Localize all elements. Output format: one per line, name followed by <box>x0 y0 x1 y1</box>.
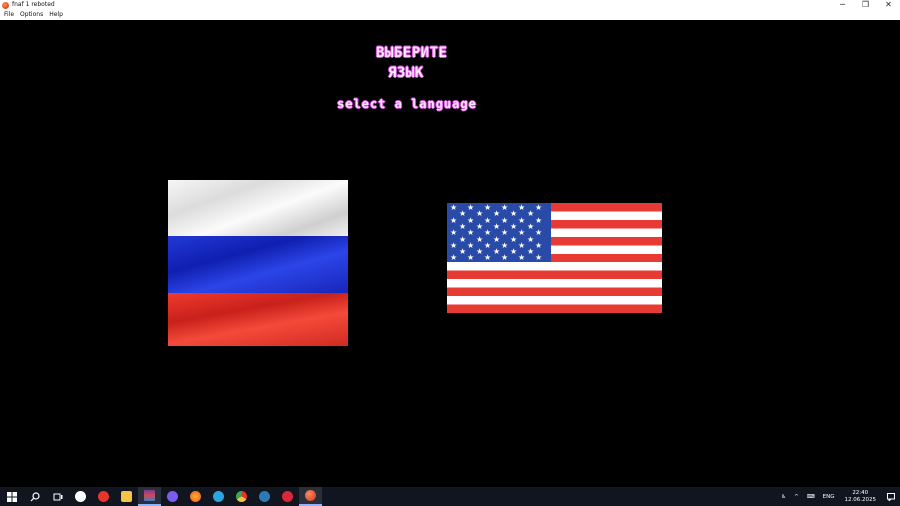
us-flag-star: ★ <box>535 215 543 225</box>
russian-flag-white-stripe <box>168 180 348 236</box>
menu-file[interactable]: File <box>4 10 14 20</box>
window-titlebar: fnaf 1 reboted ─ ❐ ✕ <box>0 0 900 10</box>
yandex-browser-icon[interactable] <box>69 487 92 506</box>
us-flag-star: ★ <box>535 240 543 250</box>
russian-flag-red-stripe <box>168 293 348 346</box>
us-flag-star: ★ <box>527 209 535 219</box>
clock[interactable]: 22:40 12.06.2025 <box>845 490 877 504</box>
us-flag-star: ★ <box>467 215 475 225</box>
us-flag-star: ★ <box>518 203 526 212</box>
menu-help[interactable]: Help <box>49 10 63 20</box>
menu-options[interactable]: Options <box>20 10 43 20</box>
us-flag-canton: ★ ★ ★ ★ ★ ★ ★ ★ ★ ★ ★ ★ ★ ★ ★ ★ ★ ★ ★ ★ ★ ★ ★ ★ ★ ★ ★ ★ ★ ★ ★ ★ ★ ★ ★ ★ ★ ★ ★ ★… <box>447 203 551 262</box>
language-indicator[interactable]: ENG <box>823 494 835 500</box>
us-flag-star: ★ <box>535 253 543 262</box>
us-flag-button[interactable]: ★ ★ ★ ★ ★ ★ ★ ★ ★ ★ ★ ★ ★ ★ ★ ★ ★ ★ ★ ★ ★ ★ ★ ★ ★ ★ ★ ★ ★ ★ ★ ★ ★ ★ ★ ★ ★ ★ ★ ★… <box>447 203 662 313</box>
us-flag-star: ★ <box>510 234 518 244</box>
us-flag-star: ★ <box>501 215 509 225</box>
us-flag-star: ★ <box>467 203 475 212</box>
us-flag-star: ★ <box>501 253 509 262</box>
us-flag-star: ★ <box>518 253 526 262</box>
us-flag-star: ★ <box>476 247 484 257</box>
minimize-button[interactable]: ─ <box>831 0 854 10</box>
us-flag-star: ★ <box>493 247 501 257</box>
us-flag-star: ★ <box>459 221 467 231</box>
close-button[interactable]: ✕ <box>877 0 900 10</box>
menu-bar: File Options Help <box>0 10 900 20</box>
us-flag-star: ★ <box>518 215 526 225</box>
notification-icon[interactable] <box>882 487 900 506</box>
us-flag-star: ★ <box>510 247 518 257</box>
fnaf-game-icon[interactable] <box>299 487 322 506</box>
us-flag-star: ★ <box>518 240 526 250</box>
us-flag-star: ★ <box>484 203 492 212</box>
us-flag-star: ★ <box>510 221 518 231</box>
task-view-icon[interactable] <box>46 487 69 506</box>
chrome-icon[interactable] <box>230 487 253 506</box>
chevron-up-icon[interactable]: ^ <box>794 494 799 500</box>
us-flag-star: ★ <box>467 240 475 250</box>
russian-flag-blue-stripe <box>168 236 348 293</box>
title-english: select a language <box>337 97 477 111</box>
accessibility-icon[interactable]: ♿ <box>781 494 786 500</box>
app-icon <box>2 1 9 9</box>
title-russian-line2: ЯЗЫК <box>388 65 424 81</box>
us-flag-star: ★ <box>450 203 458 212</box>
system-tray: ♿ ^ ⌨ ENG 22:40 12.06.2025 <box>773 487 900 506</box>
file-explorer-icon[interactable] <box>115 487 138 506</box>
yandex-icon[interactable] <box>92 487 115 506</box>
us-flag-star: ★ <box>518 228 526 238</box>
firefox-icon[interactable] <box>184 487 207 506</box>
us-flag-star: ★ <box>527 247 535 257</box>
us-flag-star: ★ <box>459 209 467 219</box>
discord-icon[interactable] <box>161 487 184 506</box>
us-flag-star: ★ <box>535 228 543 238</box>
us-flag-star: ★ <box>501 203 509 212</box>
us-flag-star: ★ <box>484 215 492 225</box>
restore-button[interactable]: ❐ <box>854 0 877 10</box>
us-flag-star: ★ <box>501 240 509 250</box>
taskbar: ♿ ^ ⌨ ENG 22:40 12.06.2025 <box>0 487 900 506</box>
us-flag-star: ★ <box>476 209 484 219</box>
search-icon[interactable] <box>23 487 46 506</box>
title-russian-line1: ВЫБЕРИТЕ <box>376 45 448 61</box>
game-canvas: ВЫБЕРИТЕ ЯЗЫК select a language ★ ★ ★ ★ ★ ★ ★ ★… <box>0 20 900 487</box>
us-flag-star: ★ <box>493 209 501 219</box>
us-flag-star: ★ <box>467 253 475 262</box>
us-flag-star: ★ <box>450 253 458 262</box>
us-flag-star: ★ <box>535 203 543 212</box>
telegram-icon[interactable] <box>207 487 230 506</box>
windows-start-icon[interactable] <box>0 487 23 506</box>
us-flag-star: ★ <box>484 240 492 250</box>
us-flag-star: ★ <box>450 240 458 250</box>
window-controls: ─ ❐ ✕ <box>831 0 900 10</box>
us-flag-star: ★ <box>484 253 492 262</box>
us-flag-star: ★ <box>450 215 458 225</box>
us-flag-star: ★ <box>527 234 535 244</box>
us-flag-star: ★ <box>467 228 475 238</box>
us-flag-star: ★ <box>484 228 492 238</box>
red-app-icon[interactable] <box>276 487 299 506</box>
us-flag-star: ★ <box>493 221 501 231</box>
us-flag-star: ★ <box>450 228 458 238</box>
us-flag-star: ★ <box>527 221 535 231</box>
clock-date: 12.06.2025 <box>844 496 877 503</box>
keyboard-icon[interactable]: ⌨ <box>807 494 815 500</box>
winrar-icon[interactable] <box>138 487 161 506</box>
window-title: fnaf 1 reboted <box>12 1 55 8</box>
us-flag-star: ★ <box>476 221 484 231</box>
russian-flag-button[interactable] <box>168 180 348 346</box>
clock-time: 22:40 <box>852 489 869 496</box>
us-flag-star: ★ <box>459 247 467 257</box>
us-flag-star: ★ <box>501 228 509 238</box>
us-flag-star: ★ <box>476 234 484 244</box>
steam-icon[interactable] <box>253 487 276 506</box>
us-flag-star: ★ <box>459 234 467 244</box>
us-flag-star: ★ <box>510 209 518 219</box>
us-flag-star: ★ <box>493 234 501 244</box>
